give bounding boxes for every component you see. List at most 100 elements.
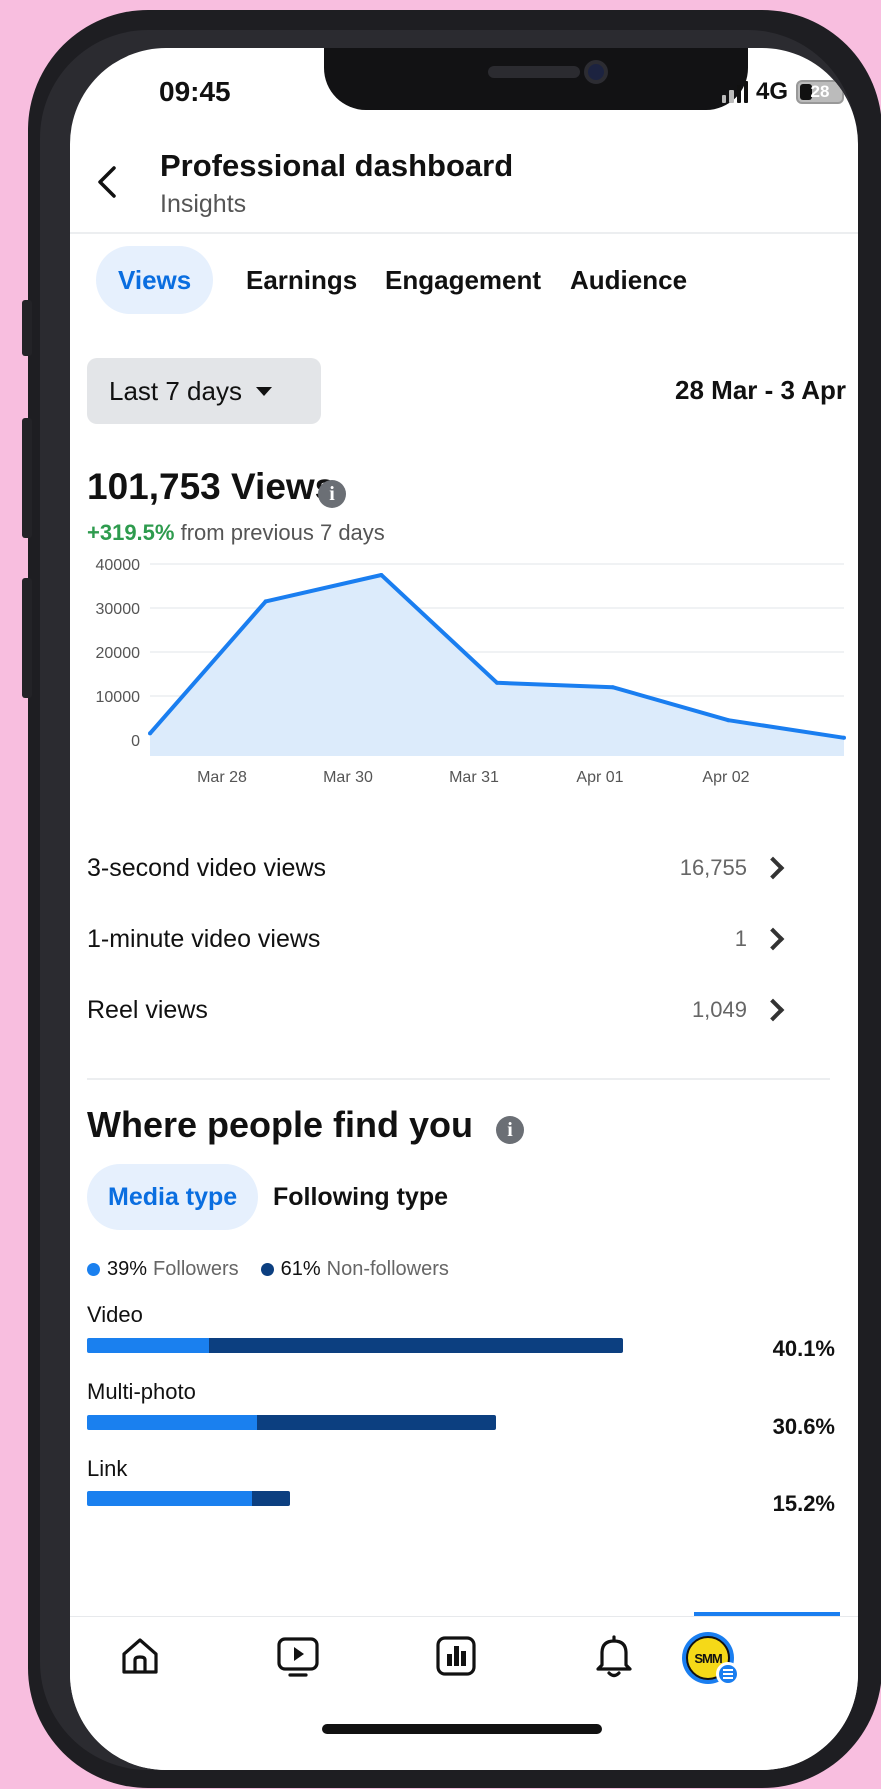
nav-insights[interactable] xyxy=(432,1632,480,1680)
legend-followers: 39% Followers xyxy=(87,1258,239,1281)
x-tick-label: Mar 31 xyxy=(449,769,499,786)
battery-icon: 28 xyxy=(796,80,845,104)
legend-label: Non-followers xyxy=(326,1258,449,1280)
x-tick-label: Apr 01 xyxy=(576,769,623,786)
insights-icon xyxy=(436,1636,476,1676)
legend-label: Followers xyxy=(153,1258,239,1280)
y-tick-label: 30000 xyxy=(96,601,141,618)
y-tick-label: 10000 xyxy=(96,689,141,706)
tab-views[interactable]: Views xyxy=(96,246,214,314)
non-followers-segment xyxy=(251,1491,291,1506)
data-point xyxy=(610,685,615,690)
info-icon[interactable]: i xyxy=(318,480,346,508)
status-time: 09:45 xyxy=(159,76,231,107)
tab-earnings[interactable]: Earnings xyxy=(224,246,379,314)
x-tick-label: Apr 02 xyxy=(702,769,749,786)
metric-label: Reel views xyxy=(87,995,208,1024)
section-title: Where people find you xyxy=(87,1104,474,1145)
subtab-following-type[interactable]: Following type xyxy=(252,1164,469,1230)
metric-row-1m-views[interactable]: 1-minute video views 1 xyxy=(87,914,787,964)
section-divider xyxy=(87,1078,830,1080)
growth-text: from previous 7 days xyxy=(180,520,385,545)
caret-down-icon xyxy=(255,386,272,396)
bell-icon xyxy=(596,1635,632,1678)
date-range-dropdown-label: Last 7 days xyxy=(109,375,242,406)
y-tick-label: 40000 xyxy=(96,557,141,574)
metric-label: 1-minute video views xyxy=(87,924,321,953)
speaker xyxy=(488,66,580,78)
mute-switch xyxy=(22,300,32,356)
chevron-right-icon xyxy=(761,998,785,1022)
signal-icon xyxy=(722,81,748,103)
metric-row-3s-views[interactable]: 3-second video views 16,755 xyxy=(87,843,787,893)
nav-video[interactable] xyxy=(274,1632,322,1680)
legend-dot xyxy=(260,1263,274,1276)
non-followers-segment xyxy=(209,1338,623,1353)
active-nav-indicator xyxy=(694,1612,840,1616)
nav-home[interactable] xyxy=(116,1632,164,1680)
page-subtitle: Insights xyxy=(160,190,247,218)
metric-value: 1,049 xyxy=(691,997,747,1022)
video-icon xyxy=(277,1637,319,1677)
x-tick-label: Mar 30 xyxy=(323,769,373,786)
battery-level: 28 xyxy=(810,82,830,101)
followers-segment xyxy=(87,1415,258,1430)
legend-value: 39% xyxy=(107,1258,148,1280)
legend-dot xyxy=(87,1263,100,1276)
metric-label: 3-second video views xyxy=(87,853,327,882)
growth-line: +319.5% from previous 7 days xyxy=(87,520,385,546)
date-range-dropdown[interactable]: Last 7 days xyxy=(87,358,321,424)
non-followers-segment xyxy=(257,1415,496,1430)
breakdown-pct-link: 15.2% xyxy=(772,1491,835,1516)
breakdown-pct-video: 40.1% xyxy=(772,1336,835,1361)
data-point xyxy=(148,731,152,736)
data-point xyxy=(842,735,846,740)
data-point xyxy=(263,599,268,604)
breakdown-label-video: Video xyxy=(87,1302,143,1327)
breakdown-bar-multi-photo xyxy=(87,1415,496,1430)
chevron-left-icon xyxy=(98,166,116,198)
nav-notifications[interactable] xyxy=(590,1632,638,1680)
legend-value: 61% xyxy=(280,1258,321,1280)
volume-down-button xyxy=(22,578,32,698)
breakdown-bar-link xyxy=(87,1491,291,1506)
followers-legend: 39% Followers 61% Non-followers xyxy=(87,1258,471,1281)
breakdown-pct-multi-photo: 30.6% xyxy=(772,1414,835,1439)
growth-percent: +319.5% xyxy=(87,520,175,545)
page-title: Professional dashboard xyxy=(160,148,514,183)
data-point xyxy=(379,573,384,577)
tab-audience[interactable]: Audience xyxy=(548,246,709,314)
breakdown-label-link: Link xyxy=(87,1456,128,1481)
back-button[interactable] xyxy=(92,160,132,208)
menu-badge-icon xyxy=(716,1662,740,1686)
chevron-right-icon xyxy=(761,927,785,951)
subtab-media-type[interactable]: Media type xyxy=(87,1164,259,1230)
date-range-text: 28 Mar - 3 Apr xyxy=(675,375,846,405)
metric-row-reel-views[interactable]: Reel views 1,049 xyxy=(87,985,787,1035)
home-indicator[interactable] xyxy=(322,1724,602,1734)
app-screen: 09:45 4G 28 Professional dashboard Insig… xyxy=(70,48,858,1770)
views-area-chart: 40000 30000 20000 10000 0 Mar 28 Mar 30 Mar 31 A… xyxy=(96,557,846,786)
breakdown-label-multi-photo: Multi-photo xyxy=(87,1379,196,1404)
info-icon[interactable]: i xyxy=(496,1116,524,1144)
views-total: 101,753 Views xyxy=(87,466,336,507)
status-indicators: 4G 28 xyxy=(722,78,851,106)
chevron-right-icon xyxy=(761,856,785,880)
y-tick-label: 20000 xyxy=(96,645,141,662)
views-area-fill xyxy=(150,575,844,756)
metric-value: 1 xyxy=(734,926,747,951)
notch xyxy=(324,48,748,110)
data-point xyxy=(495,680,499,685)
front-camera xyxy=(584,60,608,84)
network-label: 4G xyxy=(756,78,789,105)
followers-segment xyxy=(87,1491,252,1506)
home-icon xyxy=(122,1638,158,1674)
tab-engagement[interactable]: Engagement xyxy=(363,246,563,314)
data-point xyxy=(726,718,731,723)
legend-non-followers: 61% Non-followers xyxy=(260,1258,449,1281)
x-tick-label: Mar 28 xyxy=(197,769,247,786)
header-divider xyxy=(70,232,858,234)
breakdown-bar-video xyxy=(87,1338,623,1353)
battery-tip xyxy=(846,87,851,97)
metric-value: 16,755 xyxy=(679,855,747,880)
